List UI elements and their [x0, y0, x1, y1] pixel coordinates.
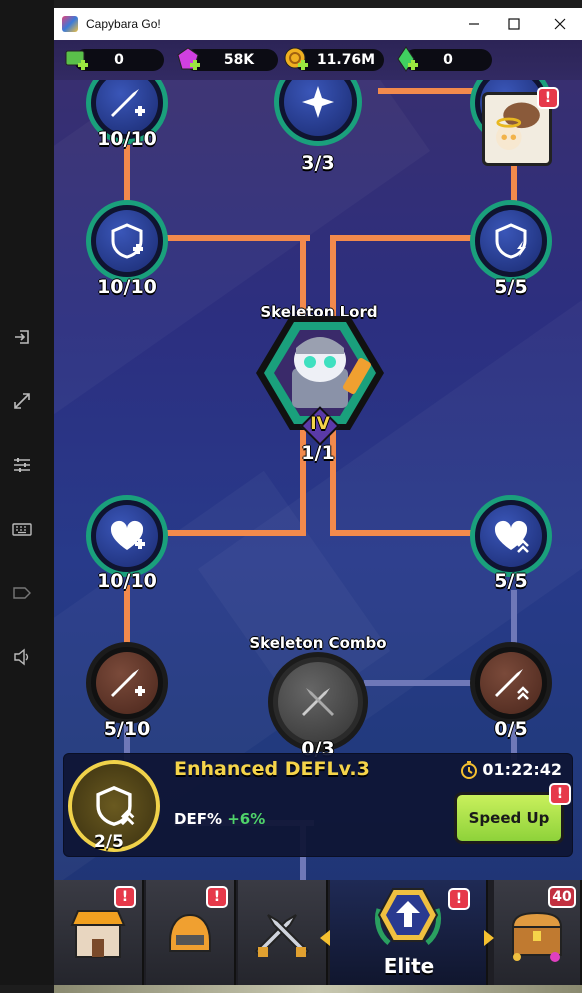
- node-level: 5/5: [494, 570, 528, 592]
- speed-up-label: Speed Up: [468, 809, 550, 827]
- screen: Capybara Go! 10/10 3/3 ! 10/10 5/5 Skele…: [0, 0, 582, 993]
- coin-value: 11.76M: [316, 52, 376, 68]
- combo-name: Skeleton Combo: [249, 634, 387, 652]
- upgrade-timer: 01:22:42: [460, 760, 562, 779]
- game-viewport: 10/10 3/3 ! 10/10 5/5 Skeleton Lord IV 1…: [54, 40, 582, 985]
- speed-up-button[interactable]: Speed Up !: [454, 783, 571, 844]
- sword-plus-icon: [111, 89, 145, 117]
- node-level: 10/10: [97, 128, 157, 150]
- close-button[interactable]: [540, 8, 580, 40]
- cash-plus-icon[interactable]: [62, 45, 90, 73]
- energy-value: 0: [443, 52, 453, 68]
- node-level: 10/10: [97, 570, 157, 592]
- skill-node-heart-up[interactable]: [470, 495, 552, 577]
- stat-name: DEF%: [174, 810, 222, 828]
- sword-up-icon: [495, 669, 529, 700]
- alert-badge: !: [549, 783, 571, 805]
- energy-plus-icon[interactable]: [392, 45, 420, 73]
- node-level: 5/5: [494, 276, 528, 298]
- heart-plus-icon: [110, 520, 145, 550]
- sliders-icon[interactable]: [11, 454, 33, 476]
- window-title: Capybara Go!: [86, 17, 161, 31]
- nav-tab-chest[interactable]: 40: [494, 880, 582, 985]
- elite-upgrade-icon: [374, 887, 442, 945]
- emulator-sidebar: [0, 0, 54, 985]
- node-level: 3/3: [301, 152, 335, 174]
- cash-value: 0: [114, 52, 124, 68]
- skill-node-sword-plus[interactable]: [86, 642, 168, 724]
- alert-badge: !: [206, 886, 228, 908]
- skill-node-heart-plus[interactable]: [86, 495, 168, 577]
- login-icon[interactable]: [11, 326, 33, 348]
- nav-elite-label: Elite: [383, 954, 435, 978]
- node-level: 10/10: [97, 276, 157, 298]
- volume-icon[interactable]: [11, 646, 33, 668]
- alert-badge: !: [114, 886, 136, 908]
- app-icon: [62, 16, 78, 32]
- crossed-swords-icon: [254, 913, 310, 957]
- shield-bolt-icon: [495, 223, 527, 259]
- window-titlebar: Capybara Go!: [54, 8, 582, 40]
- timer-value: 01:22:42: [482, 760, 562, 779]
- chest-count-badge: 40: [548, 886, 576, 908]
- sword-plus-icon: [111, 669, 145, 697]
- currency-bar: 0 58K 11.76M 0: [54, 40, 582, 80]
- treasure-chest-icon: [511, 911, 563, 962]
- keyboard-icon[interactable]: [11, 518, 33, 540]
- nav-tab-battle[interactable]: [238, 880, 328, 985]
- gem-plus-icon[interactable]: [174, 45, 202, 73]
- arrow-left-icon[interactable]: [320, 930, 330, 946]
- companion-portrait[interactable]: !: [482, 87, 559, 166]
- gem-value: 58K: [223, 52, 255, 68]
- shop-icon: [70, 909, 126, 958]
- node-level: 0/5: [494, 718, 528, 740]
- upgrade-title: Enhanced DEFLv.3: [174, 758, 370, 780]
- sparkle-icon: [302, 86, 334, 118]
- skill-node-shield-plus[interactable]: [86, 200, 168, 282]
- nav-tab-shop[interactable]: !: [54, 880, 144, 985]
- arrow-right-icon[interactable]: [484, 930, 494, 946]
- upgrade-progress: 2/5: [94, 832, 124, 852]
- maximize-button[interactable]: [494, 8, 534, 40]
- alert-badge: !: [448, 888, 470, 910]
- heart-up-icon: [494, 520, 529, 553]
- alert-badge: !: [537, 87, 559, 109]
- crossed-swords-icon: [302, 688, 334, 716]
- expand-icon[interactable]: [11, 390, 33, 412]
- node-level: 5/10: [103, 718, 151, 740]
- stat-bonus: +6%: [227, 810, 266, 828]
- minimize-button[interactable]: [454, 8, 494, 40]
- coin-plus-icon[interactable]: [282, 45, 310, 73]
- node-level: 1/1: [301, 442, 335, 464]
- skill-node-sword-up[interactable]: [470, 642, 552, 724]
- upgrade-panel: 2/5 Enhanced DEFLv.3 01:22:42 DEF% +6% S…: [63, 753, 573, 857]
- helmet-icon: [169, 913, 211, 952]
- stat-line: DEF% +6%: [174, 810, 265, 828]
- maximize-icon: [508, 18, 520, 30]
- shield-plus-icon: [111, 223, 143, 259]
- bottom-nav: ! ! ! Elite 40: [54, 880, 582, 985]
- close-icon: [554, 18, 566, 30]
- stopwatch-icon: [461, 760, 478, 779]
- shield-up-icon: [96, 785, 135, 826]
- tag-icon[interactable]: [11, 582, 33, 604]
- skill-node-skeleton-combo[interactable]: [268, 652, 368, 752]
- skill-node-shield-bolt[interactable]: [470, 200, 552, 282]
- boss-rank: IV: [310, 414, 330, 434]
- minimize-icon: [469, 23, 479, 25]
- nav-tab-equipment[interactable]: !: [146, 880, 236, 985]
- desktop-background-strip: [54, 985, 582, 993]
